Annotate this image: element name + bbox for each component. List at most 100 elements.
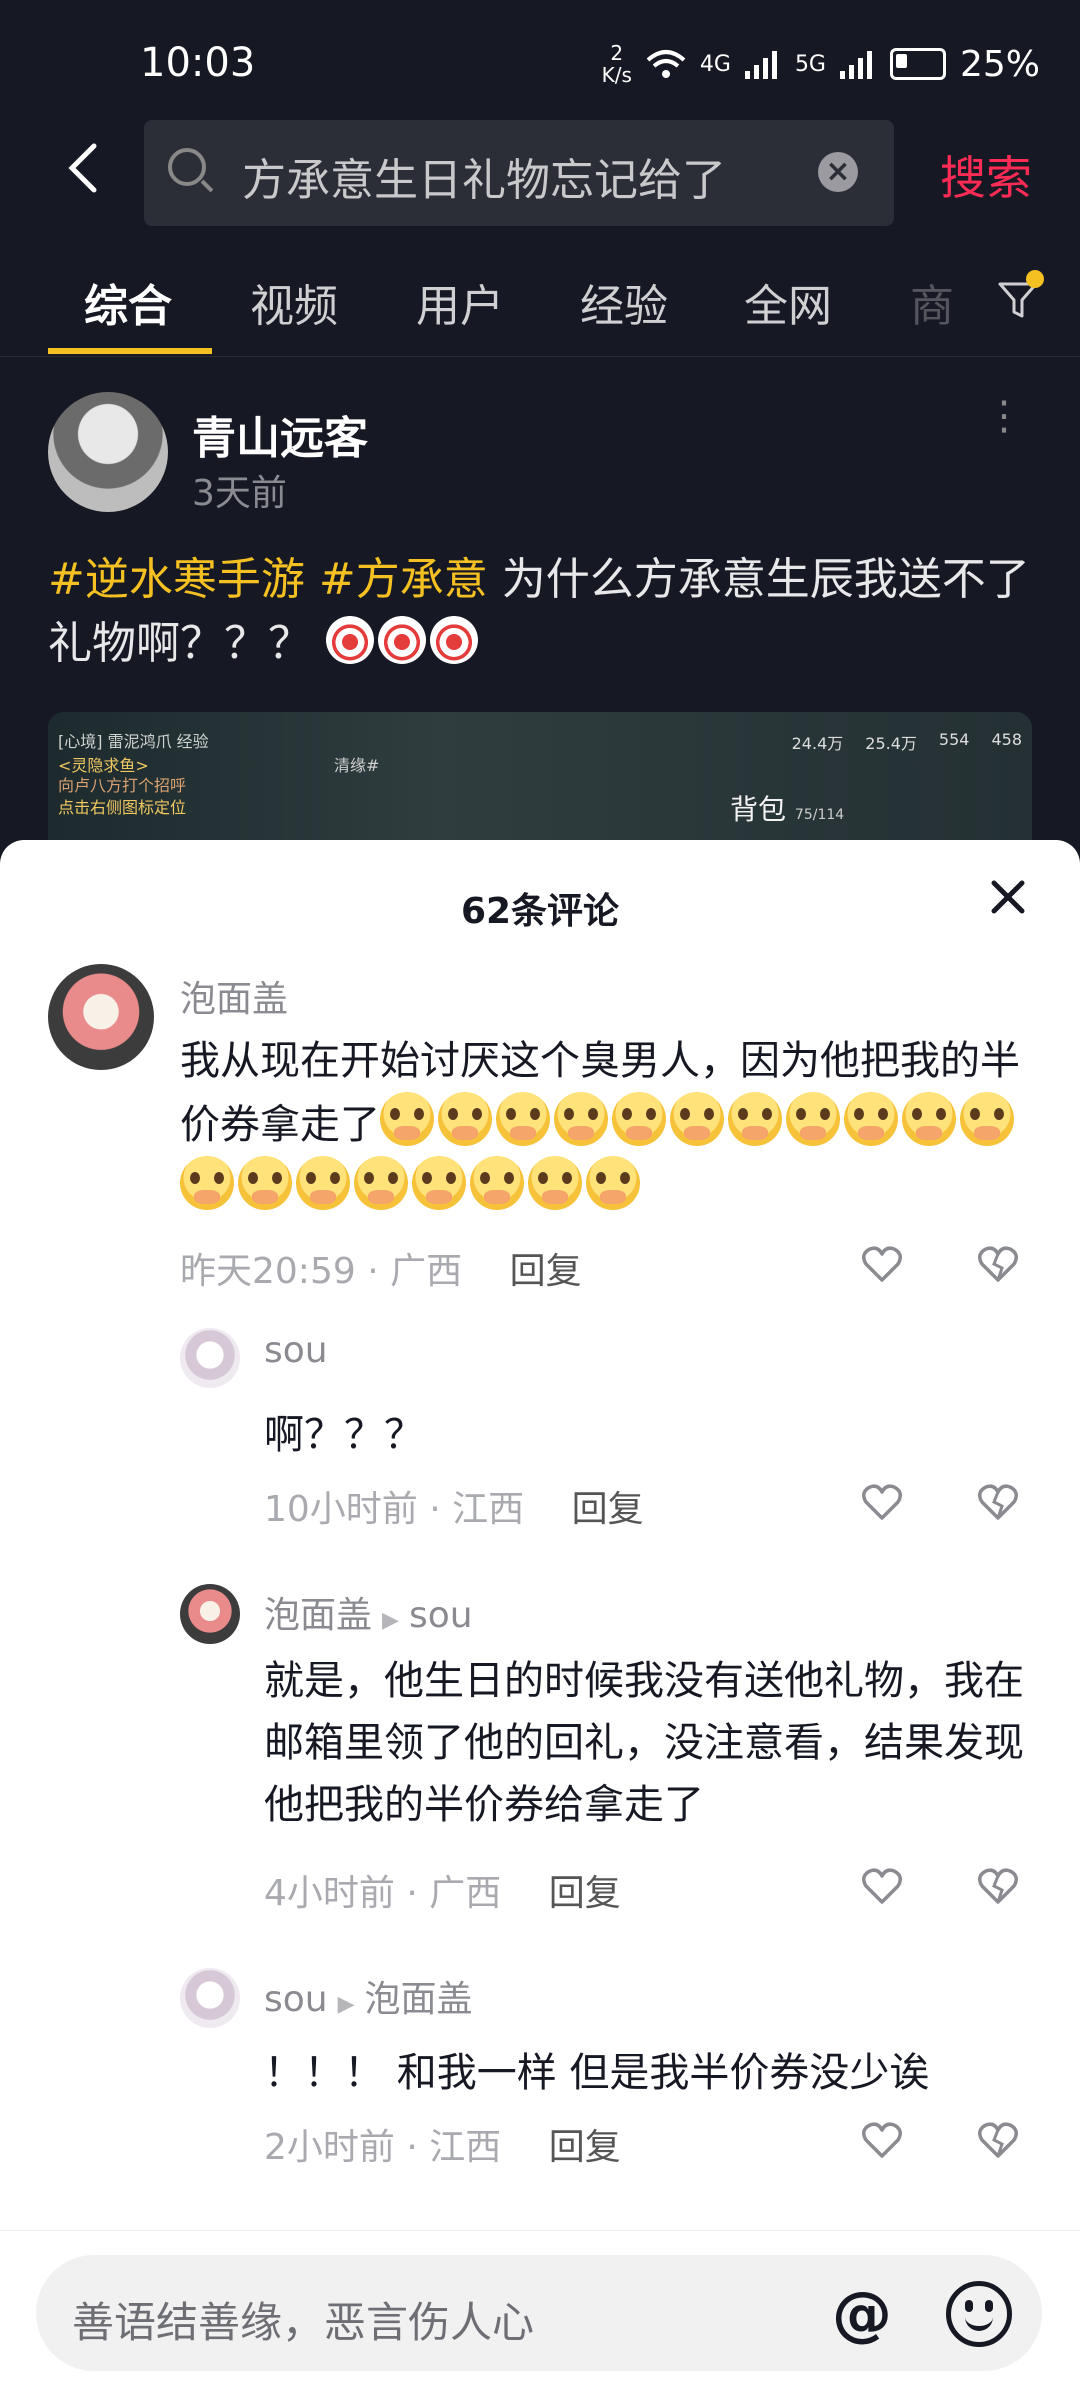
comment-text[interactable]: 就是，他生日的时候我没有送他礼物，我在邮箱里领了他的回礼，没注意看，结果发现他把…: [264, 1650, 1024, 1836]
pleading-face-emoji-icon: [528, 1156, 582, 1210]
pleading-face-emoji-icon: [238, 1156, 292, 1210]
video-bag-label: 背包 75/114: [730, 788, 844, 828]
dislike-heart-icon[interactable]: [976, 1864, 1020, 1908]
video-bag-count: 75/114: [794, 807, 845, 823]
mention-icon[interactable]: @: [832, 2279, 892, 2349]
pleading-face-emoji-icon: [354, 1156, 408, 1210]
back-button[interactable]: [56, 138, 116, 198]
comment-location: 江西: [429, 2127, 502, 2168]
pleading-face-emoji-icon: [296, 1156, 350, 1210]
reply-arrow-icon: ▶: [382, 1608, 399, 1633]
dislike-heart-icon[interactable]: [976, 1480, 1020, 1524]
comment-author[interactable]: sou ▶ 泡面盖: [264, 1970, 473, 2022]
dislike-heart-icon[interactable]: [976, 2118, 1020, 2162]
pleading-face-emoji-icon: [470, 1156, 524, 1210]
comment-author-name[interactable]: 泡面盖: [264, 1595, 372, 1636]
wifi-icon: [646, 50, 686, 78]
video-bag-title: 背包: [730, 793, 787, 826]
search-icon: [168, 148, 206, 186]
network-speed-unit: K/s: [601, 63, 632, 87]
search-button[interactable]: 搜索: [940, 142, 1032, 208]
reply-button[interactable]: 回复: [510, 1251, 582, 1292]
reply-target-name[interactable]: sou: [409, 1595, 473, 1636]
hashtag[interactable]: #逆水寒手游: [48, 554, 305, 605]
pleading-face-emoji-icon: [786, 1092, 840, 1146]
video-stat: 554: [938, 730, 970, 749]
video-text: 清缘#: [334, 756, 380, 775]
status-icons: 2 K/s 4G 5G 25%: [602, 42, 1040, 86]
video-stats: 24.4万 25.4万 554 458: [792, 730, 1022, 754]
hashtag[interactable]: #方承意: [319, 554, 488, 605]
like-heart-icon[interactable]: [860, 1864, 904, 1908]
pleading-face-emoji-icon: [180, 1156, 234, 1210]
search-query-text[interactable]: 方承意生日礼物忘记给了: [242, 144, 726, 208]
comment-input-bar: 善语结善缘，恶言伤人心 @: [0, 2230, 1080, 2401]
clear-icon[interactable]: ×: [818, 152, 858, 192]
dislike-heart-icon[interactable]: [976, 1242, 1020, 1286]
signal-bars-icon: [744, 51, 777, 79]
like-heart-icon[interactable]: [860, 1242, 904, 1286]
comment-time: 2小时前: [264, 2127, 395, 2168]
comment-input[interactable]: 善语结善缘，恶言伤人心 @: [36, 2255, 1042, 2371]
video-text: 向卢八方打个招呼: [58, 776, 187, 795]
tab-video[interactable]: 视频: [250, 270, 338, 334]
comment-text[interactable]: 我从现在开始讨厌这个臭男人，因为他把我的半价券拿走了: [180, 1030, 1040, 1220]
tab-web[interactable]: 全网: [744, 270, 832, 334]
avatar[interactable]: [180, 1584, 240, 1644]
more-options-icon[interactable]: ⋮: [984, 396, 1024, 436]
network-speed: 2 K/s: [602, 42, 632, 86]
avatar[interactable]: [48, 964, 154, 1070]
avatar[interactable]: [180, 1328, 240, 1388]
avatar[interactable]: [180, 1968, 240, 2028]
pleading-face-emoji-icon: [586, 1156, 640, 1210]
comment-author-name[interactable]: sou: [264, 1979, 328, 2020]
reply-button[interactable]: 回复: [549, 1873, 621, 1914]
tab-experience[interactable]: 经验: [580, 270, 668, 334]
comment-location: 广西: [390, 1251, 463, 1292]
tab-user[interactable]: 用户: [416, 270, 504, 334]
pleading-face-emoji-icon: [612, 1092, 666, 1146]
reply-button[interactable]: 回复: [572, 1489, 644, 1530]
comment-author[interactable]: 泡面盖 ▶ sou: [264, 1586, 473, 1638]
pleading-face-emoji-icon: [438, 1092, 492, 1146]
emoji-picker-icon[interactable]: [946, 2281, 1012, 2347]
network-speed-value: 2: [610, 41, 624, 65]
clown-emoji-icon: [378, 616, 426, 664]
comment-author[interactable]: 泡面盖: [180, 970, 288, 1022]
post-time: 3天前: [192, 473, 287, 514]
comments-sheet: 62条评论 泡面盖 我从现在开始讨厌这个臭男人，因为他把我的半价券拿走了 昨天2…: [0, 840, 1080, 2400]
pleading-face-emoji-icon: [728, 1092, 782, 1146]
clown-emoji-icon: [326, 616, 374, 664]
comment-location: 江西: [452, 1489, 525, 1530]
battery-percent: 25%: [959, 43, 1040, 85]
search-header: 方承意生日礼物忘记给了 × 搜索: [0, 120, 1080, 230]
video-stat: 25.4万: [865, 734, 917, 753]
comment-time: 10小时前: [264, 1489, 418, 1530]
avatar[interactable]: [48, 392, 168, 512]
tab-shop[interactable]: 商: [910, 270, 954, 334]
cellular-signal-1-label: 4G: [699, 51, 731, 77]
video-stat: 458: [991, 730, 1022, 749]
pleading-face-emoji-icon: [844, 1092, 898, 1146]
comment-author[interactable]: sou: [264, 1330, 328, 1371]
notification-dot: [1026, 270, 1044, 288]
post-author[interactable]: 青山远客: [192, 402, 368, 466]
video-text: [心境] 雷泥鸿爪 经验: [58, 732, 209, 751]
pleading-face-emoji-icon: [380, 1092, 434, 1146]
pleading-face-emoji-icon: [960, 1092, 1014, 1146]
like-heart-icon[interactable]: [860, 1480, 904, 1524]
video-stat: 24.4万: [791, 734, 844, 753]
search-input[interactable]: 方承意生日礼物忘记给了 ×: [144, 120, 894, 226]
like-heart-icon[interactable]: [860, 2118, 904, 2162]
post-text[interactable]: #逆水寒手游 #方承意 为什么方承意生辰我送不了礼物啊？？？: [48, 548, 1038, 676]
tab-comprehensive[interactable]: 综合: [84, 270, 172, 334]
comment-text[interactable]: ！！！ 和我一样 但是我半价券没少诶: [264, 2042, 1044, 2104]
chevron-left-icon: [68, 143, 97, 193]
result-tabs: 综合 视频 用户 经验 全网 商: [0, 260, 1080, 357]
reply-button[interactable]: 回复: [549, 2127, 621, 2168]
reply-target-name[interactable]: 泡面盖: [365, 1979, 473, 2020]
comment-text[interactable]: 啊？？？: [264, 1404, 1044, 1466]
pleading-face-emoji-icon: [496, 1092, 550, 1146]
cellular-signal-2-label: 5G: [794, 51, 826, 77]
filter-button[interactable]: [996, 270, 1044, 322]
